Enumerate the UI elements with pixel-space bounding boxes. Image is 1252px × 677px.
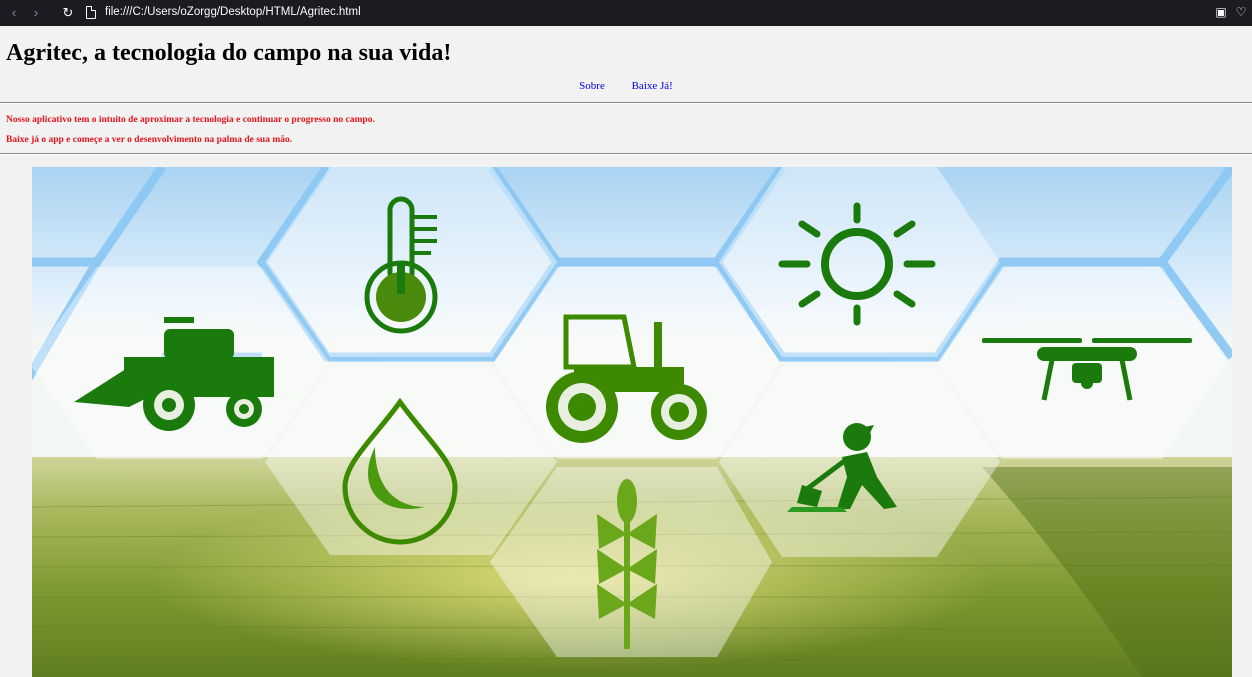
- pocket-icon[interactable]: ♡: [1234, 4, 1248, 20]
- screenshot-icon[interactable]: ▣: [1214, 4, 1228, 20]
- nav-link-baixe[interactable]: Baixe Já!: [632, 80, 673, 92]
- reload-icon[interactable]: ↻: [60, 5, 76, 21]
- divider-top: [0, 102, 1252, 104]
- page-icon: [86, 6, 96, 19]
- divider-bottom: [0, 153, 1252, 155]
- page-title: Agritec, a tecnologia do campo na sua vi…: [6, 40, 452, 66]
- forward-icon[interactable]: ›: [28, 5, 44, 21]
- intro-line-2: Baixe já o app e começe a ver o desenvol…: [6, 135, 293, 145]
- back-icon[interactable]: ‹: [6, 5, 22, 21]
- hero-image: [32, 167, 1232, 677]
- toolbar-right: ▣ ♡: [1214, 4, 1248, 20]
- nav-link-sobre[interactable]: Sobre: [579, 80, 605, 92]
- intro-line-1: Nosso aplicativo tem o intuito de aproxi…: [6, 115, 375, 125]
- top-nav: Sobre Baixe Já!: [0, 80, 1252, 92]
- browser-toolbar: ‹ › ↻ file:///C:/Users/oZorgg/Desktop/HT…: [0, 0, 1252, 26]
- address-bar[interactable]: file:///C:/Users/oZorgg/Desktop/HTML/Agr…: [105, 6, 361, 18]
